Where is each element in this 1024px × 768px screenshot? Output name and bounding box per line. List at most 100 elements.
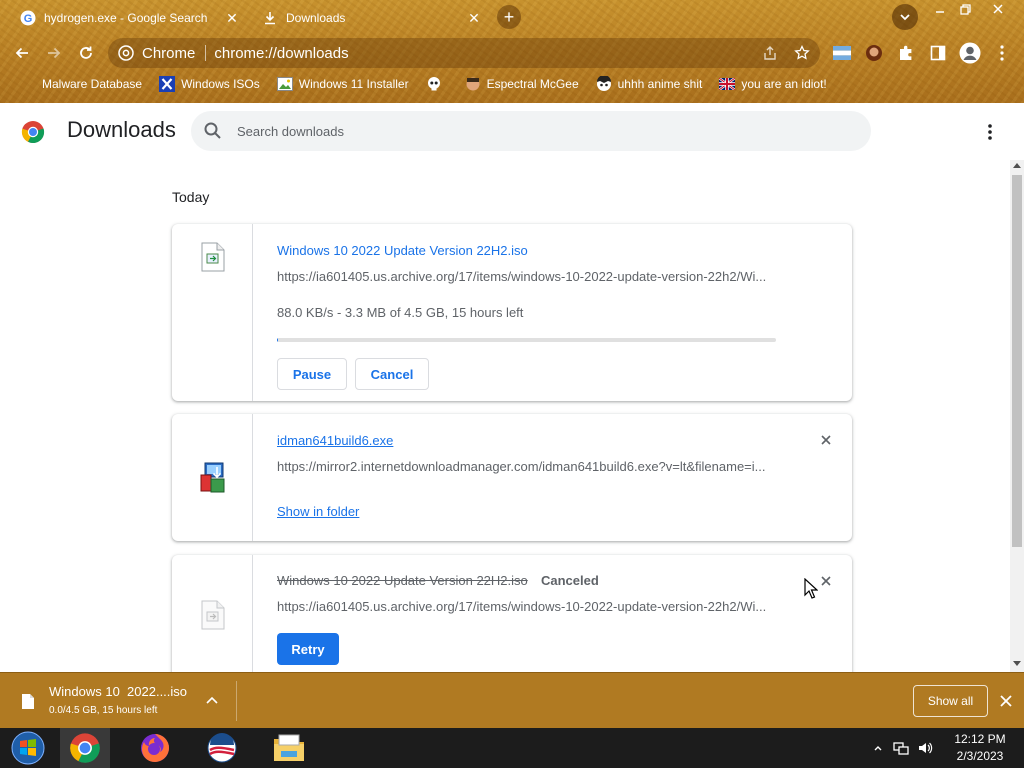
puzzle-icon	[900, 45, 912, 60]
scroll-down-arrow-icon[interactable]	[1013, 661, 1021, 666]
firefox-icon	[141, 734, 169, 762]
browser-chrome: G hydrogen.exe - Google Search ✕ Downloa…	[0, 0, 1024, 103]
bookmark-windows-isos[interactable]: Windows ISOs	[159, 76, 260, 92]
more-actions-button[interactable]	[978, 120, 1002, 144]
star-icon	[794, 45, 810, 60]
bookmark-label: Malware Database	[42, 77, 143, 91]
page-title: Downloads	[67, 117, 176, 142]
close-icon	[821, 435, 831, 445]
profile-button[interactable]	[958, 41, 982, 65]
taskbar-chrome[interactable]	[60, 728, 110, 768]
bookmark-uhhh-anime[interactable]: uhhh anime shit	[596, 76, 703, 92]
remove-item-button[interactable]	[816, 430, 836, 450]
file-url[interactable]: https://mirror2.internetdownloadmanager.…	[277, 459, 777, 474]
avatar-icon	[959, 42, 981, 64]
cancel-button[interactable]: Cancel	[355, 358, 429, 390]
start-button[interactable]	[3, 728, 53, 768]
site-label: Chrome	[142, 44, 196, 62]
extension-flag-button[interactable]	[830, 41, 854, 65]
bookmark-blank-icon	[20, 76, 36, 92]
close-tab-icon[interactable]: ✕	[224, 10, 240, 26]
share-icon	[764, 46, 776, 60]
file-icon	[22, 694, 34, 709]
shelf-divider	[236, 681, 237, 721]
google-icon: G	[20, 10, 36, 26]
file-name-link[interactable]: idman641build6.exe	[277, 433, 393, 448]
extension-profile-button[interactable]	[862, 41, 886, 65]
chrome-logo-icon	[118, 45, 134, 61]
show-all-button[interactable]: Show all	[913, 685, 988, 717]
taskbar-file-explorer[interactable]	[264, 728, 314, 768]
flag-extension-icon	[833, 46, 851, 60]
site-info-chip[interactable]: Chrome	[118, 45, 195, 62]
download-shelf: Windows 10 2022....iso 0.0/4.5 GB, 15 ho…	[0, 672, 1024, 728]
chevron-down-icon	[900, 14, 910, 21]
scrollbar-thumb[interactable]	[1012, 175, 1022, 547]
omnibox-divider	[205, 45, 207, 61]
search-icon	[204, 122, 221, 139]
close-tab-icon[interactable]: ✕	[466, 10, 482, 26]
scroll-up-arrow-icon[interactable]	[1013, 163, 1021, 168]
system-clock[interactable]: 12:12 PM 2/3/2023	[944, 731, 1016, 765]
bookmark-label: uhhh anime shit	[617, 77, 703, 91]
bookmark-you-are-an-idiot[interactable]: you are an idiot!	[719, 76, 827, 92]
chevron-up-icon[interactable]	[204, 693, 220, 709]
address-bar[interactable]: Chrome chrome://downloads	[108, 38, 820, 68]
show-hidden-icons-icon[interactable]	[870, 740, 886, 756]
bookmark-label: Windows 11 Installer	[298, 77, 409, 91]
close-shelf-icon[interactable]	[997, 692, 1015, 710]
bookmark-malware-database[interactable]: Malware Database	[20, 76, 142, 92]
file-icon	[201, 242, 225, 272]
network-icon[interactable]	[893, 740, 909, 756]
reload-button[interactable]	[74, 41, 98, 65]
file-explorer-icon	[274, 734, 304, 761]
taskbar-firefox[interactable]	[130, 728, 180, 768]
tab-search-button[interactable]	[892, 4, 918, 30]
bookmark-windows-11-installer[interactable]: Windows 11 Installer	[276, 76, 409, 92]
side-panel-button[interactable]	[926, 41, 950, 65]
file-url[interactable]: https://ia601405.us.archive.org/17/items…	[277, 599, 777, 614]
bookmark-star-button[interactable]	[790, 38, 814, 68]
show-in-folder-link[interactable]: Show in folder	[277, 504, 359, 519]
bookmark-video-site[interactable]	[426, 76, 448, 92]
download-icon	[262, 10, 278, 26]
face-icon	[465, 76, 481, 92]
pause-button[interactable]: Pause	[277, 358, 347, 390]
tab-google-search[interactable]: G hydrogen.exe - Google Search ✕	[20, 4, 240, 32]
tab-title: hydrogen.exe - Google Search	[44, 11, 208, 25]
back-arrow-icon	[15, 47, 28, 59]
date-heading: Today	[172, 189, 210, 205]
forward-arrow-icon	[48, 47, 61, 59]
extensions-button[interactable]	[894, 41, 918, 65]
bookmark-label: you are an idiot!	[741, 77, 827, 91]
anime-icon	[596, 76, 612, 92]
back-button[interactable]	[10, 41, 34, 65]
minimize-button[interactable]	[927, 0, 953, 18]
retry-button[interactable]: Retry	[277, 633, 339, 665]
download-item: idman641build6.exe https://mirror2.inter…	[172, 414, 852, 541]
file-name: Windows 10 2022 Update Version 22H2.iso	[277, 573, 528, 588]
restore-button[interactable]	[952, 0, 978, 18]
chrome-menu-button[interactable]	[990, 41, 1014, 65]
tab-title: Downloads	[286, 11, 346, 25]
chrome-icon	[70, 733, 100, 763]
kebab-menu-icon	[1000, 45, 1004, 61]
search-bar[interactable]	[191, 111, 871, 151]
file-icon-column	[172, 224, 253, 401]
tab-downloads[interactable]: Downloads ✕	[262, 4, 482, 32]
file-url[interactable]: https://ia601405.us.archive.org/17/items…	[277, 269, 777, 284]
taskbar-obama-app[interactable]	[197, 728, 247, 768]
remove-item-button[interactable]	[816, 571, 836, 591]
obama-logo-icon	[207, 733, 237, 763]
search-input[interactable]	[237, 123, 837, 139]
url-text[interactable]: chrome://downloads	[214, 45, 348, 62]
file-name-link[interactable]: Windows 10 2022 Update Version 22H2.iso	[277, 243, 528, 258]
bookmark-espectral-mcgee[interactable]: Espectral McGee	[465, 76, 579, 92]
close-window-button[interactable]	[985, 0, 1011, 18]
new-tab-button[interactable]: +	[497, 5, 521, 29]
volume-icon[interactable]	[917, 740, 933, 756]
reload-icon	[80, 46, 92, 59]
share-button[interactable]	[758, 38, 782, 68]
forward-button[interactable]	[42, 41, 66, 65]
shelf-file-name[interactable]: Windows 10 2022....iso	[49, 684, 187, 699]
